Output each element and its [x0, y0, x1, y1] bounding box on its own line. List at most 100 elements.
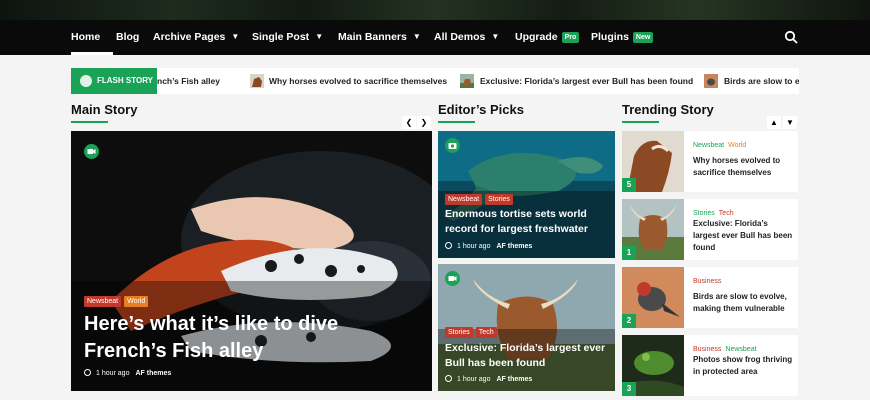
category-badge[interactable]: Stories [445, 327, 473, 338]
editors-pick-card[interactable]: Stories Tech Exclusive: Florida’s larges… [438, 264, 615, 391]
editors-pick-meta: 1 hour ago AF themes [445, 375, 532, 383]
category-link[interactable]: Business [693, 278, 721, 285]
main-navigation: Home Blog Archive Pages ▼ Single Post ▼ Ma… [0, 20, 870, 55]
category-badge[interactable]: Stories [485, 194, 513, 205]
flash-story-ticker: FLASH STORY nch’s Fish alley Why horses … [71, 68, 799, 94]
main-story-meta: 1 hour ago AF themes [84, 369, 171, 377]
nav-single-post-label: Single Post [252, 31, 310, 43]
trending-item[interactable]: 5 Newsbeat World Why horses evolved to sa… [622, 131, 798, 192]
trending-title[interactable]: Photos show frog thriving in protected a… [693, 354, 793, 378]
ticker-thumbnail [460, 74, 474, 88]
nav-blog[interactable]: Blog [116, 20, 139, 55]
editors-pick-title[interactable]: Enormous tortise sets world record for l… [445, 207, 610, 237]
search-icon[interactable] [784, 30, 798, 44]
nav-archive-pages[interactable]: Archive Pages ▼ [153, 20, 239, 55]
flash-story-label-text: FLASH STORY [97, 76, 154, 85]
next-arrow-button[interactable]: ❯ [417, 116, 431, 129]
category-badge[interactable]: Newsbeat [445, 194, 483, 205]
main-story-card[interactable]: Newsbeat World Here’s what it’s like to … [71, 131, 432, 391]
trending-story-heading: Trending Story [622, 102, 714, 117]
editors-pick-title[interactable]: Exclusive: Florida’s largest ever Bull h… [445, 341, 610, 371]
category-badge[interactable]: Newsbeat [84, 296, 122, 307]
ticker-item-text: nch’s Fish alley [157, 76, 220, 86]
post-author[interactable]: AF themes [496, 243, 532, 250]
editors-pick-meta: 1 hour ago AF themes [445, 242, 532, 250]
trending-categories: Business Newsbeat [693, 346, 761, 353]
video-camera-icon [84, 144, 99, 159]
trending-rank: 3 [622, 382, 636, 396]
post-author[interactable]: AF themes [496, 376, 532, 383]
ticker-item[interactable]: Exclusive: Florida’s largest ever Bull h… [480, 68, 693, 94]
editors-pick-categories: Newsbeat Stories [445, 194, 513, 205]
post-time: 1 hour ago [457, 243, 491, 250]
ticker-thumbnail [704, 74, 718, 88]
flash-dot-icon [80, 75, 92, 87]
clock-icon [445, 375, 452, 382]
ticker-item-text: Exclusive: Florida’s largest ever Bull h… [480, 76, 694, 86]
editors-pick-categories: Stories Tech [445, 327, 497, 338]
ticker-item[interactable]: Birds are slow to evo [724, 68, 799, 94]
nav-single-post[interactable]: Single Post ▼ [252, 20, 323, 55]
trending-rank: 5 [622, 178, 636, 192]
nav-home[interactable]: Home [71, 20, 100, 55]
category-link[interactable]: Stories [693, 210, 715, 217]
trending-categories: Stories Tech [693, 210, 738, 217]
editors-picks-heading: Editor’s Picks [438, 102, 524, 117]
editors-pick-card[interactable]: Newsbeat Stories Enormous tortise sets w… [438, 131, 615, 258]
trending-item[interactable]: 1 Stories Tech Exclusive: Florida’s large… [622, 199, 798, 260]
post-time: 1 hour ago [96, 370, 130, 377]
trending-item[interactable]: 3 Business Newsbeat Photos show frog thri… [622, 335, 798, 396]
trending-rank: 2 [622, 314, 636, 328]
new-badge: New [632, 32, 654, 43]
ticker-item-text: Birds are slow to evo [724, 76, 799, 86]
nav-all-demos[interactable]: All Demos ▼ [434, 20, 499, 55]
nav-home-label: Home [71, 31, 101, 43]
category-badge[interactable]: World [124, 296, 149, 307]
nav-archive-pages-label: Archive Pages [153, 31, 226, 43]
nav-active-indicator [71, 52, 113, 55]
nav-upgrade-label: Upgrade [515, 31, 558, 43]
header-background-image [0, 0, 870, 20]
chevron-down-icon: ▼ [491, 32, 500, 41]
nav-plugins[interactable]: Plugins New [591, 20, 654, 55]
chevron-down-icon: ▼ [231, 32, 240, 41]
category-badge[interactable]: Tech [475, 327, 497, 338]
category-link[interactable]: Business [693, 346, 721, 353]
prev-arrow-button[interactable]: ❮ [402, 116, 416, 129]
scroll-down-button[interactable]: ▼ [783, 116, 797, 129]
main-story-heading: Main Story [71, 102, 138, 117]
flash-story-label: FLASH STORY [71, 68, 157, 94]
category-link[interactable]: World [728, 142, 746, 149]
chevron-down-icon: ▼ [412, 32, 421, 41]
trending-item[interactable]: 2 Business Birds are slow to evolve, mak… [622, 267, 798, 328]
main-story-title[interactable]: Here’s what it’s like to dive French’s F… [84, 311, 424, 365]
section-underline [438, 121, 475, 123]
trending-categories: Business [693, 278, 725, 285]
trending-title[interactable]: Why horses evolved to sacrifice themselv… [693, 155, 793, 179]
category-link[interactable]: Tech [719, 210, 734, 217]
category-link[interactable]: Newsbeat [693, 142, 724, 149]
video-camera-icon [445, 271, 460, 286]
category-link[interactable]: Newsbeat [725, 346, 756, 353]
trending-title[interactable]: Exclusive: Florida’s largest ever Bull h… [693, 218, 793, 254]
ticker-item[interactable]: Why horses evolved to sacrifice themselv… [269, 68, 447, 94]
nav-blog-label: Blog [116, 31, 140, 43]
nav-main-banners-label: Main Banners [338, 31, 407, 43]
post-time: 1 hour ago [457, 376, 491, 383]
nav-main-banners[interactable]: Main Banners ▼ [338, 20, 421, 55]
scroll-up-button[interactable]: ▲ [767, 116, 781, 129]
nav-upgrade[interactable]: Upgrade Pro [515, 20, 580, 55]
section-underline [71, 121, 108, 123]
trending-title[interactable]: Birds are slow to evolve, making them vu… [693, 291, 793, 315]
main-story-categories: Newsbeat World [84, 296, 149, 307]
ticker-item[interactable]: nch’s Fish alley [157, 68, 220, 94]
camera-icon [445, 138, 460, 153]
ticker-item-text: Why horses evolved to sacrifice themselv… [269, 76, 448, 86]
nav-plugins-label: Plugins [591, 31, 629, 43]
trending-categories: Newsbeat World [693, 142, 750, 149]
nav-all-demos-label: All Demos [434, 31, 486, 43]
trending-rank: 1 [622, 246, 636, 260]
post-author[interactable]: AF themes [135, 370, 171, 377]
pro-badge: Pro [561, 32, 580, 43]
chevron-down-icon: ▼ [315, 32, 324, 41]
